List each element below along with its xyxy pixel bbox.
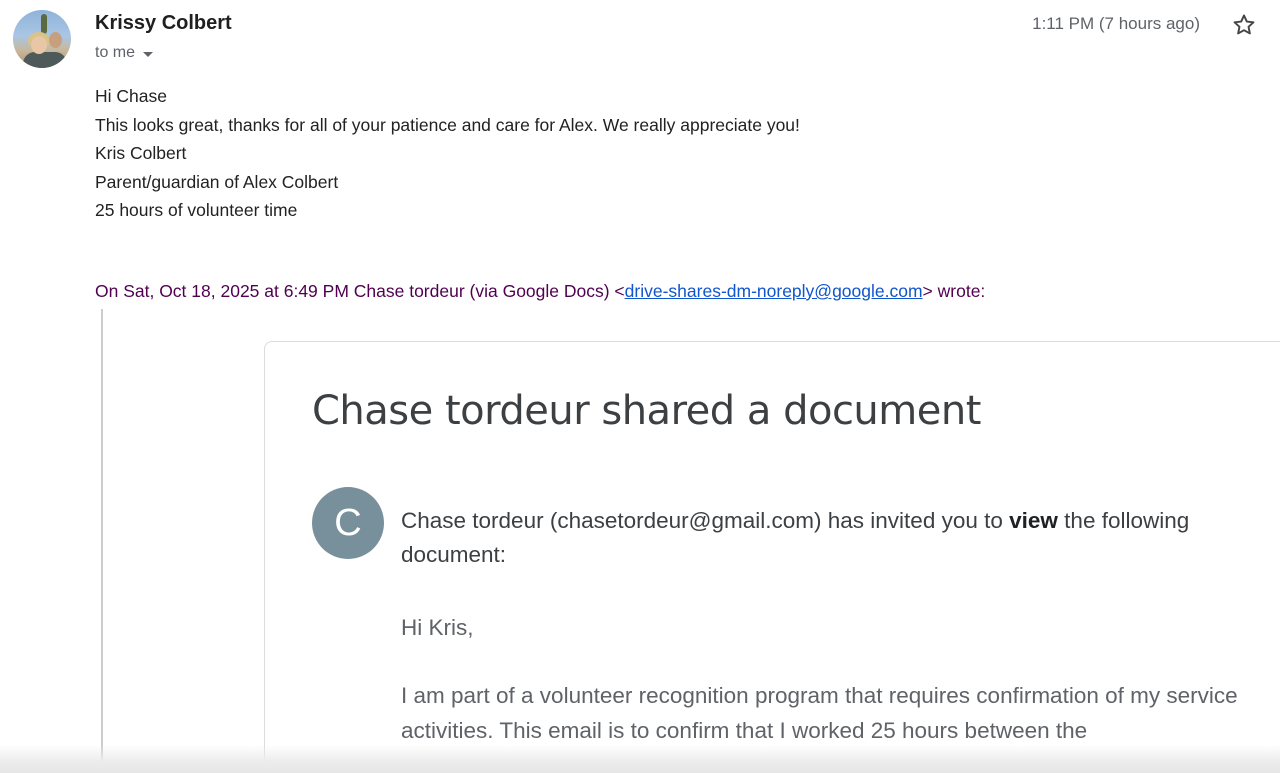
email-timestamp: 1:11 PM (7 hours ago)	[1032, 14, 1200, 33]
card-title: Chase tordeur shared a document	[312, 388, 981, 434]
avatar-face-second	[49, 32, 62, 48]
quote-prefix: On Sat, Oct 18, 2025 at 6:49 PM Chase to…	[95, 281, 625, 301]
quote-bar	[101, 309, 103, 773]
sender-name[interactable]: Krissy Colbert	[95, 12, 232, 35]
invite-before: Chase tordeur (chasetordeur@gmail.com) h…	[401, 508, 1010, 533]
body-line: Hi Chase	[95, 86, 167, 106]
email-view: Krissy Colbert to me 1:11 PM (7 hours ag…	[0, 0, 1280, 773]
quote-suffix: > wrote:	[922, 281, 986, 301]
invite-permission: view	[1009, 508, 1058, 533]
sender-avatar[interactable]	[13, 10, 71, 68]
chevron-down-icon[interactable]	[143, 51, 154, 57]
avatar-tree	[41, 14, 47, 34]
message-paragraph: I am part of a volunteer recognition pro…	[401, 683, 1238, 743]
body-line: 25 hours of volunteer time	[95, 200, 298, 220]
bottom-fade	[0, 745, 1280, 773]
body-line: Parent/guardian of Alex Colbert	[95, 171, 339, 192]
avatar-shoulders	[23, 52, 67, 68]
quote-attribution: On Sat, Oct 18, 2025 at 6:49 PM Chase to…	[95, 281, 985, 302]
message-greeting: Hi Kris,	[401, 615, 474, 640]
email-body: Hi Chase This looks great, thanks for al…	[95, 82, 800, 225]
avatar-face	[31, 36, 47, 54]
body-line: Kris Colbert	[95, 143, 187, 163]
sender-email-link[interactable]: drive-shares-dm-noreply@google.com	[625, 281, 923, 301]
star-icon[interactable]	[1231, 12, 1257, 38]
invite-text: Chase tordeur (chasetordeur@gmail.com) h…	[401, 504, 1241, 572]
recipient-label: to me	[95, 44, 136, 61]
sharer-avatar: C	[312, 487, 384, 559]
recipient-details-toggle[interactable]: to me	[95, 44, 154, 62]
body-line: This looks great, thanks for all of your…	[95, 114, 800, 135]
